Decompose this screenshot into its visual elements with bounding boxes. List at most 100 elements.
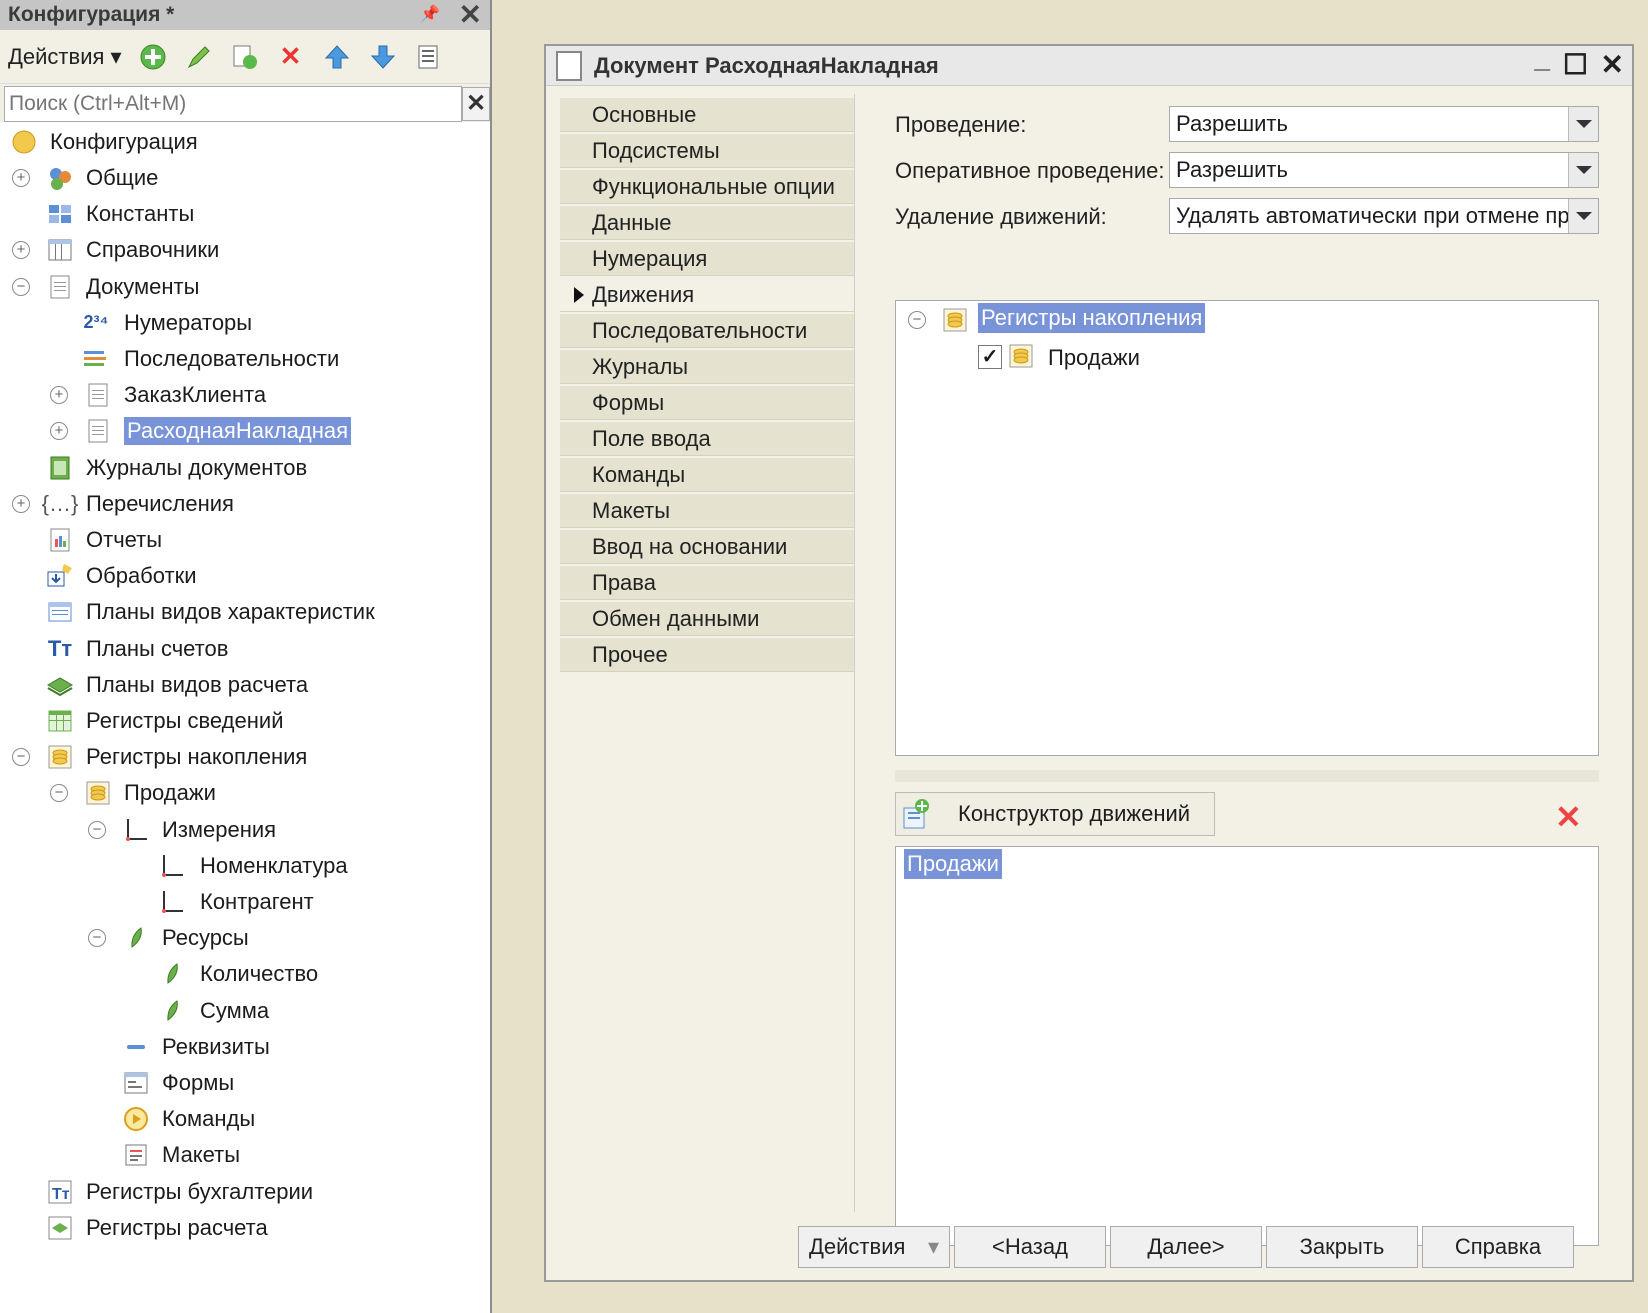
collapse-icon[interactable]: − — [50, 784, 68, 803]
constructor-icon — [902, 798, 932, 830]
actions-button[interactable]: Действия ▾ — [798, 1226, 950, 1268]
constructor-button-label: Конструктор движений — [958, 801, 1191, 826]
tree-item-accounting-registers[interactable]: Тт Регистры бухгалтерии — [0, 1173, 490, 1211]
tree-item-commands[interactable]: Команды — [0, 1100, 490, 1138]
tab-sequences[interactable]: Последовательности — [560, 314, 854, 348]
collapse-icon[interactable]: − — [88, 929, 106, 948]
tree-item-documents[interactable]: − Документы — [0, 268, 490, 306]
tab-data[interactable]: Данные — [560, 206, 854, 240]
back-button[interactable]: <Назад — [954, 1226, 1106, 1268]
tree-item-quantity[interactable]: Количество — [0, 955, 490, 993]
tab-movements[interactable]: Движения — [560, 278, 854, 312]
next-button[interactable]: Далее> — [1110, 1226, 1262, 1268]
close-icon[interactable]: ✕ — [1601, 48, 1624, 81]
tree-item-amount[interactable]: Сумма — [0, 992, 490, 1030]
tabs-list: Основные Подсистемы Функциональные опции… — [560, 98, 854, 674]
search-input[interactable] — [4, 86, 462, 122]
add-icon[interactable] — [138, 42, 168, 72]
tree-item-chart-of-accounts[interactable]: Тт Планы счетов — [0, 630, 490, 668]
accounting-registers-icon: Тт — [46, 1178, 74, 1206]
splitter[interactable] — [895, 770, 1599, 782]
tree-item-chart-of-calculation-types[interactable]: Планы видов расчета — [0, 666, 490, 704]
register-group-label[interactable]: Регистры накопления — [978, 303, 1206, 333]
tree-item-information-registers[interactable]: Регистры сведений — [0, 702, 490, 740]
tab-journals[interactable]: Журналы — [560, 350, 854, 384]
tab-forms[interactable]: Формы — [560, 386, 854, 420]
edit-icon[interactable] — [184, 42, 214, 72]
enums-icon: {…} — [41, 490, 79, 516]
delete-icon[interactable]: ✕ — [1555, 798, 1582, 836]
tab-templates[interactable]: Макеты — [560, 494, 854, 528]
tree-item-constants[interactable]: Константы — [0, 195, 490, 233]
tree-label: Контрагент — [200, 889, 314, 914]
help-button[interactable]: Справка — [1422, 1226, 1574, 1268]
collapse-icon[interactable]: − — [12, 748, 30, 767]
pin-icon[interactable]: 📌 — [420, 4, 440, 24]
collapse-icon[interactable]: − — [12, 277, 30, 296]
tree-item-accumulation-registers[interactable]: − Регистры накопления — [0, 738, 490, 776]
tab-input-field[interactable]: Поле ввода — [560, 422, 854, 456]
minimize-icon[interactable]: _ — [1534, 42, 1550, 74]
tab-numbering[interactable]: Нумерация — [560, 242, 854, 276]
register-checkbox[interactable]: ✓ — [978, 345, 1002, 369]
delete-movements-select[interactable]: Удалять автоматически при отмене проведе… — [1169, 198, 1599, 234]
copy-icon[interactable] — [230, 42, 260, 72]
tree-item-forms[interactable]: Формы — [0, 1064, 490, 1102]
tab-main[interactable]: Основные — [560, 98, 854, 132]
tree-item-sales-invoice[interactable]: + РасходнаяНакладная — [0, 412, 490, 450]
tree-item-nomenclature[interactable]: Номенклатура — [0, 847, 490, 885]
maximize-icon[interactable]: ☐ — [1563, 48, 1588, 81]
close-button[interactable]: Закрыть — [1266, 1226, 1418, 1268]
tree-item-configuration[interactable]: Конфигурация — [0, 123, 490, 161]
tree-item-attributes[interactable]: Реквизиты — [0, 1028, 490, 1066]
expand-icon[interactable]: + — [12, 494, 30, 513]
tab-subsystems[interactable]: Подсистемы — [560, 134, 854, 168]
expand-icon[interactable]: + — [12, 169, 30, 187]
tree-item-common[interactable]: + Общие — [0, 159, 490, 197]
tab-data-exchange[interactable]: Обмен данными — [560, 602, 854, 636]
tree-item-sales-register[interactable]: − Продажи — [0, 774, 490, 812]
tree-item-resources[interactable]: − Ресурсы — [0, 919, 490, 957]
expand-icon[interactable]: + — [50, 386, 68, 405]
realtime-posting-select[interactable]: Разрешить — [1169, 152, 1599, 188]
tree-item-reports[interactable]: Отчеты — [0, 521, 490, 559]
tree-item-sequences[interactable]: Последовательности — [0, 340, 490, 378]
close-icon[interactable]: ✕ — [459, 0, 482, 31]
search-clear-icon[interactable]: ✕ — [462, 87, 490, 121]
chart-calculation-icon — [46, 671, 74, 699]
tree-item-templates[interactable]: Макеты — [0, 1136, 490, 1174]
collapse-icon[interactable]: − — [908, 311, 926, 329]
tree-item-counterparty[interactable]: Контрагент — [0, 883, 490, 921]
tree-item-dimensions[interactable]: − Измерения — [0, 811, 490, 849]
tree-item-enums[interactable]: + {…} Перечисления — [0, 485, 490, 523]
actions-menu[interactable]: Действия ▾ — [8, 44, 122, 70]
movements-constructor-button[interactable]: Конструктор движений — [895, 792, 1215, 836]
list-icon[interactable] — [414, 42, 444, 72]
tree-label: Общие — [86, 165, 159, 190]
collapse-icon[interactable]: − — [88, 820, 106, 839]
expand-icon[interactable]: + — [50, 422, 68, 441]
tab-other[interactable]: Прочее — [560, 638, 854, 672]
tree-item-journals[interactable]: Журналы документов — [0, 449, 490, 487]
movement-item[interactable]: Продажи — [904, 849, 1002, 879]
tab-rights[interactable]: Права — [560, 566, 854, 600]
move-down-icon[interactable] — [368, 42, 398, 72]
dropdown-arrow-icon[interactable] — [1568, 153, 1598, 187]
posting-select[interactable]: Разрешить — [1169, 106, 1599, 142]
tree-item-calculation-registers[interactable]: Регистры расчета — [0, 1209, 490, 1247]
svg-text:Тт: Тт — [52, 1186, 70, 1203]
dropdown-arrow-icon[interactable] — [1568, 107, 1598, 141]
tab-commands[interactable]: Команды — [560, 458, 854, 492]
tree-item-chart-of-characteristic-types[interactable]: Планы видов характеристик — [0, 593, 490, 631]
tree-item-catalogs[interactable]: + Справочники — [0, 231, 490, 269]
processing-icon — [46, 562, 74, 590]
delete-icon[interactable]: ✕ — [276, 41, 306, 72]
dropdown-arrow-icon[interactable] — [1568, 199, 1598, 233]
tree-item-numerators[interactable]: 2³⁴ Нумераторы — [0, 304, 490, 342]
tree-item-customer-order[interactable]: + ЗаказКлиента — [0, 376, 490, 414]
tab-input-based-on[interactable]: Ввод на основании — [560, 530, 854, 564]
move-up-icon[interactable] — [322, 42, 352, 72]
tree-item-processing[interactable]: Обработки — [0, 557, 490, 595]
expand-icon[interactable]: + — [12, 241, 30, 260]
tab-functional-options[interactable]: Функциональные опции — [560, 170, 854, 204]
